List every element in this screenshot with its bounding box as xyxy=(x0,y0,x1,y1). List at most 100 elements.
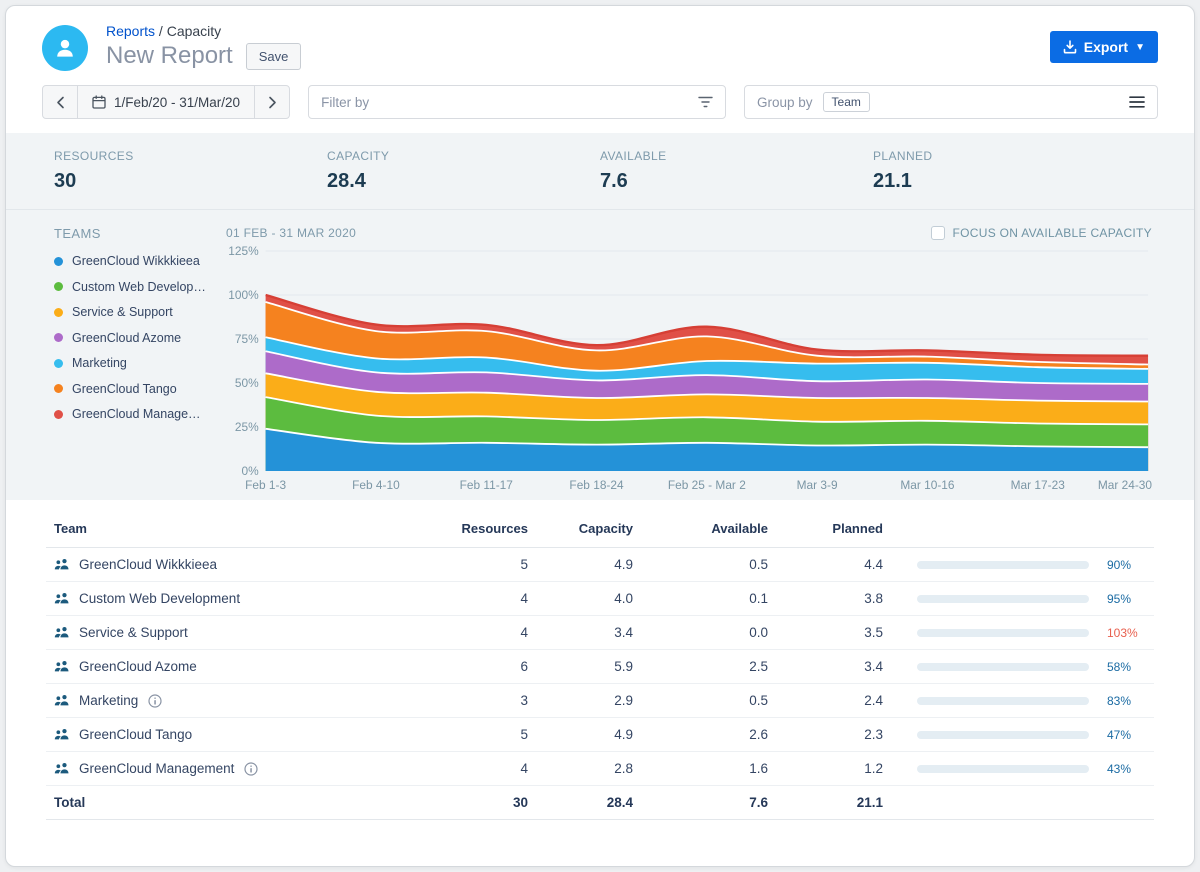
chevron-left-icon xyxy=(56,96,64,108)
person-icon xyxy=(57,39,73,57)
chevron-right-icon xyxy=(268,96,276,108)
svg-text:Feb 11-17: Feb 11-17 xyxy=(460,478,514,492)
capacity-value: 2.8 xyxy=(536,751,641,786)
summary-stats: RESOURCES 30 CAPACITY 28.4 AVAILABLE 7.6 PL… xyxy=(6,133,1194,210)
download-icon xyxy=(1063,40,1077,54)
legend-item[interactable]: GreenCloud Tango xyxy=(54,382,222,396)
breadcrumb-separator: / xyxy=(158,23,163,39)
team-name: GreenCloud Azome xyxy=(79,659,197,674)
utilization-percent: 47% xyxy=(1107,727,1132,742)
column-header-resources[interactable]: Resources xyxy=(431,508,536,548)
team-name: Marketing xyxy=(79,693,139,708)
team-table-section: Team Resources Capacity Available Planned Gr… xyxy=(6,500,1194,834)
table-row[interactable]: GreenCloud Azome 6 5.9 2.5 3.4 58% xyxy=(46,649,1154,684)
team-icon xyxy=(54,593,69,604)
calendar-icon xyxy=(92,95,106,109)
resources-value: 3 xyxy=(431,683,536,718)
table-row[interactable]: Custom Web Development 4 4.0 0.1 3.8 95% xyxy=(46,581,1154,616)
next-period-button[interactable] xyxy=(254,85,291,119)
focus-available-capacity-toggle[interactable]: FOCUS ON AVAILABLE CAPACITY xyxy=(930,226,1153,240)
team-name: GreenCloud Management xyxy=(79,761,235,776)
utilization-bar xyxy=(917,594,1089,603)
resources-value: 4 xyxy=(431,751,536,786)
filter-box xyxy=(308,85,726,119)
svg-text:Mar 17-23: Mar 17-23 xyxy=(1011,478,1066,492)
legend-label: Custom Web Develop… xyxy=(72,279,206,294)
breadcrumb-reports-link[interactable]: Reports xyxy=(106,23,155,39)
page-title: New Report xyxy=(106,42,233,69)
group-by-chip[interactable]: Team xyxy=(822,92,870,112)
legend-dot xyxy=(54,333,63,342)
stacked-area-chart[interactable]: 0% 25% 50% 75% 100% 125% Feb 1-3 Feb 4-10 Feb 11… xyxy=(222,242,1154,496)
legend-label: Marketing xyxy=(72,356,127,370)
utilization-bar xyxy=(917,560,1089,569)
prev-period-button[interactable] xyxy=(42,85,78,119)
column-header-planned[interactable]: Planned xyxy=(776,508,891,548)
team-name: Custom Web Development xyxy=(79,591,241,606)
chart-block: TEAMS GreenCloud Wikkkieea Custom Web De… xyxy=(6,210,1194,500)
svg-text:100%: 100% xyxy=(228,288,259,302)
toolbar: 1/Feb/20 - 31/Mar/20 Group by Team xyxy=(6,77,1194,133)
checkbox-icon[interactable] xyxy=(930,226,945,240)
date-range-button[interactable]: 1/Feb/20 - 31/Mar/20 xyxy=(78,85,255,119)
team-icon xyxy=(54,695,69,706)
legend-dot xyxy=(54,358,63,368)
capacity-value: 4.9 xyxy=(536,547,641,582)
planned-value: 1.2 xyxy=(776,751,891,786)
stat-capacity: CAPACITY 28.4 xyxy=(327,149,600,193)
save-button[interactable]: Save xyxy=(245,42,302,70)
filter-icon[interactable] xyxy=(698,96,713,108)
legend-item[interactable]: Custom Web Develop… xyxy=(54,280,222,294)
column-header-capacity[interactable]: Capacity xyxy=(536,508,641,548)
breadcrumb: Reports / Capacity xyxy=(106,23,301,39)
total-available: 7.6 xyxy=(641,785,776,820)
stat-planned: PLANNED 21.1 xyxy=(873,149,1146,193)
legend-label: GreenCloud Wikkkieea xyxy=(72,254,200,268)
svg-text:75%: 75% xyxy=(235,332,259,346)
available-value: 2.5 xyxy=(641,649,776,684)
table-row[interactable]: GreenCloud Management 4 2.8 1.6 1.2 43% xyxy=(46,751,1154,786)
available-value: 0.5 xyxy=(641,547,776,582)
svg-text:Mar 24-30: Mar 24-30 xyxy=(1098,478,1153,492)
table-row[interactable]: Service & Support 4 3.4 0.0 3.5 103% xyxy=(46,615,1154,650)
menu-icon[interactable] xyxy=(1129,96,1145,108)
utilization-percent: 83% xyxy=(1107,693,1132,708)
info-icon[interactable] xyxy=(244,761,258,776)
utilization-bar xyxy=(917,696,1089,705)
legend-label: GreenCloud Azome xyxy=(72,330,182,345)
stat-available: AVAILABLE 7.6 xyxy=(600,149,873,193)
team-name: GreenCloud Wikkkieea xyxy=(79,557,218,572)
table-row[interactable]: Marketing 3 2.9 0.5 2.4 83% xyxy=(46,683,1154,718)
filter-input[interactable] xyxy=(321,94,698,110)
table-row[interactable]: GreenCloud Wikkkieea 5 4.9 0.5 4.4 90% xyxy=(46,547,1154,582)
planned-value: 3.8 xyxy=(776,581,891,616)
group-by-box: Group by Team xyxy=(744,85,1158,119)
legend-item[interactable]: Service & Support xyxy=(54,305,222,319)
total-label: Total xyxy=(46,785,431,820)
column-header-available[interactable]: Available xyxy=(641,508,776,548)
header: Reports / Capacity New Report Save Expor… xyxy=(6,6,1194,77)
column-header-team[interactable]: Team xyxy=(46,508,431,548)
total-planned: 21.1 xyxy=(776,785,891,820)
legend-item[interactable]: GreenCloud Wikkkieea xyxy=(54,254,222,268)
legend-label: GreenCloud Manage… xyxy=(72,407,201,421)
chart-legend: TEAMS GreenCloud Wikkkieea Custom Web De… xyxy=(54,224,222,496)
svg-text:Feb 25 - Mar 2: Feb 25 - Mar 2 xyxy=(668,478,746,492)
planned-value: 4.4 xyxy=(776,547,891,582)
export-button[interactable]: Export ▼ xyxy=(1049,31,1158,63)
svg-text:Feb 1-3: Feb 1-3 xyxy=(245,478,286,492)
table-row[interactable]: GreenCloud Tango 5 4.9 2.6 2.3 47% xyxy=(46,717,1154,752)
legend-item[interactable]: Marketing xyxy=(54,356,222,370)
total-resources: 30 xyxy=(431,785,536,820)
stat-resources: RESOURCES 30 xyxy=(54,149,327,193)
team-icon xyxy=(54,729,69,740)
info-icon[interactable] xyxy=(148,693,162,708)
legend-dot xyxy=(54,282,63,291)
capacity-value: 2.9 xyxy=(536,683,641,718)
legend-item[interactable]: GreenCloud Manage… xyxy=(54,407,222,421)
legend-item[interactable]: GreenCloud Azome xyxy=(54,331,222,345)
resources-value: 5 xyxy=(431,547,536,582)
available-value: 0.0 xyxy=(641,615,776,650)
team-icon xyxy=(54,661,69,672)
focus-label-text: FOCUS ON AVAILABLE CAPACITY xyxy=(952,226,1152,240)
